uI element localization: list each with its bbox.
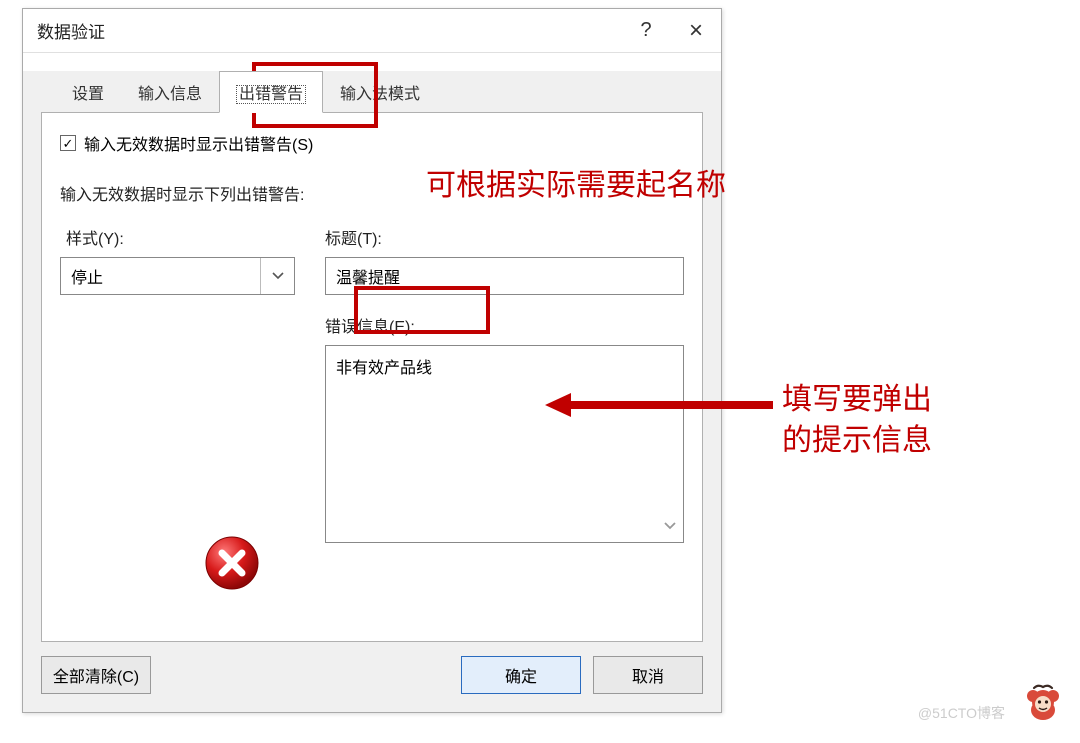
title-input-value: 温馨提醒 — [336, 264, 400, 288]
data-validation-dialog: 数据验证 ? × 设置 输入信息 出错警告 输入法模式 ✓ 输入无效数据时显示出… — [22, 8, 722, 713]
show-error-label: 输入无效数据时显示出错警告(S) — [84, 131, 313, 155]
button-label: 取消 — [632, 663, 664, 687]
clear-all-button[interactable]: 全部清除(C) — [41, 656, 151, 694]
watermark-text: @51CTO博客 — [918, 703, 1005, 723]
style-select[interactable]: 停止 — [60, 257, 295, 295]
tab-error-alert[interactable]: 出错警告 — [219, 71, 323, 113]
style-value: 停止 — [61, 264, 260, 288]
show-error-checkbox[interactable]: ✓ — [60, 135, 76, 151]
help-button[interactable]: ? — [621, 9, 671, 53]
button-label: 全部清除(C) — [53, 663, 139, 687]
error-message-label: 错误信息(E): — [325, 313, 684, 337]
tab-label: 设置 — [72, 86, 104, 103]
show-error-checkbox-row: ✓ 输入无效数据时显示出错警告(S) — [60, 131, 684, 155]
tab-label: 输入信息 — [138, 86, 202, 103]
cancel-button[interactable]: 取消 — [593, 656, 703, 694]
checkmark-icon: ✓ — [63, 137, 74, 150]
title-column: 标题(T): 温馨提醒 错误信息(E): 非有效产品线 — [325, 225, 684, 543]
tab-label: 出错警告 — [236, 85, 306, 104]
ok-button[interactable]: 确定 — [461, 656, 581, 694]
dialog-button-row: 全部清除(C) 确定 取消 — [41, 656, 703, 694]
tab-settings[interactable]: 设置 — [55, 71, 121, 113]
section-label: 输入无效数据时显示下列出错警告: — [60, 181, 684, 205]
titlebar: 数据验证 ? × — [23, 9, 721, 53]
spacer — [163, 656, 449, 694]
dialog-body: 设置 输入信息 出错警告 输入法模式 ✓ 输入无效数据时显示出错警告(S) 输入… — [23, 71, 721, 712]
tab-panel: ✓ 输入无效数据时显示出错警告(S) 输入无效数据时显示下列出错警告: 样式(Y… — [41, 112, 703, 642]
chevron-down-icon — [663, 515, 677, 536]
dialog-title: 数据验证 — [37, 18, 621, 43]
monkey-mascot-icon — [1024, 682, 1062, 731]
tab-label: 输入法模式 — [340, 86, 420, 103]
tab-strip: 设置 输入信息 出错警告 输入法模式 — [55, 71, 703, 113]
close-button[interactable]: × — [671, 9, 721, 53]
style-column: 样式(Y): 停止 — [60, 225, 295, 543]
tab-input-message[interactable]: 输入信息 — [121, 71, 219, 113]
error-message-input[interactable]: 非有效产品线 — [325, 345, 684, 543]
tab-ime-mode[interactable]: 输入法模式 — [323, 71, 437, 113]
chevron-down-icon — [260, 258, 294, 294]
error-message-value: 非有效产品线 — [336, 360, 432, 377]
form-row: 样式(Y): 停止 标题(T): 温馨提醒 错误信息(E): — [60, 225, 684, 543]
title-input[interactable]: 温馨提醒 — [325, 257, 684, 295]
button-label: 确定 — [505, 663, 537, 687]
style-label: 样式(Y): — [60, 225, 295, 249]
annotation-text-2: 填写要弹出 的提示信息 — [782, 380, 932, 461]
annotation-line: 填写要弹出 — [782, 383, 932, 416]
annotation-line: 的提示信息 — [782, 424, 932, 457]
error-stop-icon — [202, 533, 262, 597]
title-label: 标题(T): — [325, 225, 684, 249]
